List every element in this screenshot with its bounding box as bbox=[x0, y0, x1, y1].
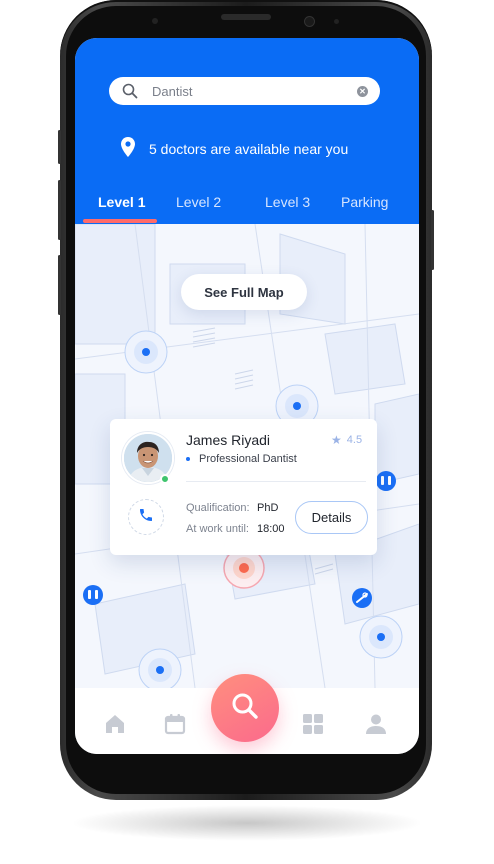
star-icon: ★ bbox=[331, 433, 342, 447]
work-until-label: At work until: bbox=[186, 523, 249, 535]
clear-icon[interactable]: ✕ bbox=[357, 85, 368, 97]
phone-sensor-2 bbox=[334, 19, 339, 24]
phone-camera bbox=[305, 17, 314, 26]
phone-speaker bbox=[221, 14, 271, 20]
pharmacy-icon bbox=[352, 588, 372, 608]
restroom-icon-right bbox=[376, 471, 396, 491]
qualification-value: PhD bbox=[257, 502, 279, 514]
details-button[interactable]: Details bbox=[295, 501, 368, 534]
bullet-dot bbox=[186, 457, 190, 461]
phone-power-button bbox=[431, 210, 434, 270]
availability-banner: 5 doctors are available near you bbox=[121, 137, 348, 160]
work-until-value: 18:00 bbox=[257, 523, 285, 535]
search-icon bbox=[230, 691, 260, 726]
doctor-role: Professional Dantist bbox=[186, 453, 297, 465]
tab-level-2[interactable]: Level 2 bbox=[176, 194, 221, 210]
search-input[interactable]: Dantist ✕ bbox=[109, 77, 380, 105]
search-icon bbox=[121, 82, 139, 100]
header: Dantist ✕ 5 doctors are available near y… bbox=[75, 38, 419, 224]
card-divider bbox=[186, 481, 366, 482]
search-fab-button[interactable] bbox=[211, 674, 279, 742]
phone-volume-down bbox=[58, 180, 61, 240]
doctor-card[interactable]: James Riyadi ★ 4.5 Professional Dantist … bbox=[110, 419, 377, 555]
tab-level-3[interactable]: Level 3 bbox=[265, 194, 310, 210]
search-value: Dantist bbox=[152, 83, 193, 99]
doctor-rating: ★ 4.5 bbox=[331, 433, 362, 447]
calendar-icon[interactable] bbox=[163, 712, 187, 736]
level-tabs: Level 1 Level 2 Level 3 Parking bbox=[75, 188, 419, 224]
grid-icon[interactable] bbox=[301, 712, 325, 736]
app-screen: Dantist ✕ 5 doctors are available near y… bbox=[75, 38, 419, 754]
doctor-marker-3 bbox=[359, 615, 403, 659]
active-tab-indicator bbox=[83, 219, 157, 223]
online-status-indicator bbox=[160, 474, 170, 484]
phone-icon bbox=[138, 507, 154, 528]
doctor-marker-4 bbox=[138, 648, 182, 688]
home-icon[interactable] bbox=[103, 712, 127, 736]
phone-bixby-button bbox=[58, 255, 61, 315]
doctor-name: James Riyadi bbox=[186, 432, 271, 448]
phone-volume-up bbox=[58, 130, 61, 164]
call-button[interactable] bbox=[128, 499, 164, 535]
tab-level-1[interactable]: Level 1 bbox=[98, 194, 145, 210]
see-full-map-button[interactable]: See Full Map bbox=[181, 274, 307, 310]
availability-text: 5 doctors are available near you bbox=[149, 140, 349, 157]
phone-shadow bbox=[70, 805, 424, 841]
rating-value: 4.5 bbox=[346, 434, 363, 446]
tab-parking[interactable]: Parking bbox=[341, 194, 388, 210]
doctor-role-text: Professional Dantist bbox=[199, 453, 297, 465]
location-pin-icon bbox=[121, 137, 135, 160]
phone-sensor bbox=[152, 18, 158, 24]
qualification-label: Qualification: bbox=[186, 502, 250, 514]
restroom-icon-left bbox=[83, 585, 103, 605]
profile-icon[interactable] bbox=[364, 712, 388, 736]
doctor-marker-1 bbox=[124, 330, 168, 374]
